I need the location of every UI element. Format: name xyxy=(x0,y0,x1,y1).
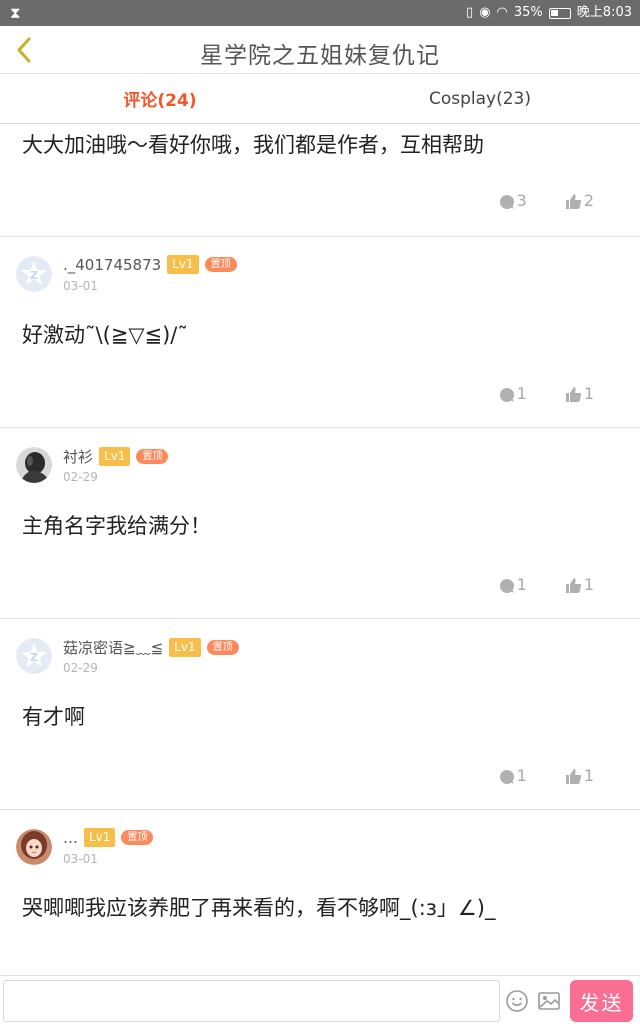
reply-count: 3 xyxy=(516,191,527,210)
reply-button[interactable]: 1 xyxy=(499,576,527,594)
username[interactable]: ._401745873 xyxy=(63,256,161,274)
comment-text: 主角名字我给满分！ xyxy=(22,514,211,538)
level-badge: Lv1 xyxy=(99,447,131,466)
status-bar: ⧗ ▯ ◉ ◠ 35% 晚上8:03 xyxy=(0,0,640,26)
like-count: 1 xyxy=(583,575,594,594)
comment-text: 有才啊 xyxy=(22,705,85,729)
notification-icon: ⧗ xyxy=(10,4,21,22)
clock: 晚上8:03 xyxy=(576,5,632,20)
avatar[interactable] xyxy=(16,447,52,483)
comment-stats: 1 1 xyxy=(499,385,594,403)
username[interactable]: … xyxy=(63,829,78,847)
comment-date: 02-29 xyxy=(63,661,98,675)
avatar[interactable] xyxy=(16,829,52,865)
speech-bubble-icon xyxy=(499,770,514,784)
reply-button[interactable]: 1 xyxy=(499,767,527,785)
speech-bubble-icon xyxy=(499,195,514,209)
comment-stats: 3 2 xyxy=(499,192,594,210)
comment-stats: 1 1 xyxy=(499,767,594,785)
comment-input-bar: 发送 xyxy=(0,975,640,1024)
comment-input[interactable] xyxy=(3,980,500,1022)
tab-bar: 评论(24) Cosplay(23) xyxy=(0,74,640,124)
level-badge: Lv1 xyxy=(84,828,116,847)
image-icon xyxy=(538,992,560,1010)
like-button[interactable]: 2 xyxy=(565,192,594,210)
level-badge: Lv1 xyxy=(169,638,201,657)
speech-bubble-icon xyxy=(499,388,514,402)
thumbs-up-icon xyxy=(565,194,581,209)
comment-item: Z ._401745873 Lv1 置顶 03-01 好激动˜\(≧▽≦)/˜ … xyxy=(0,237,640,428)
pinned-badge: 置顶 xyxy=(121,830,154,845)
send-button[interactable]: 发送 xyxy=(570,980,633,1022)
pinned-badge: 置顶 xyxy=(206,640,239,655)
comment-item: … Lv1 置顶 03-01 哭唧唧我应该养肥了再来看的，看不够啊_(:з」∠)… xyxy=(0,810,640,975)
smiley-icon xyxy=(506,990,528,1012)
comment-date: 02-29 xyxy=(63,470,98,484)
image-button[interactable] xyxy=(536,988,562,1014)
like-button[interactable]: 1 xyxy=(565,767,594,785)
tab-cosplay[interactable]: Cosplay(23) xyxy=(320,74,640,123)
like-count: 2 xyxy=(583,191,594,210)
svg-text:Z: Z xyxy=(30,651,38,664)
tab-comments[interactable]: 评论(24) xyxy=(0,74,320,123)
page-title: 星学院之五姐妹复仇记 xyxy=(200,43,440,69)
reply-button[interactable]: 3 xyxy=(499,192,527,210)
comment-item: 大大加油哦～看好你哦，我们都是作者，互相帮助 3 2 xyxy=(0,125,640,237)
comment-text: 大大加油哦～看好你哦，我们都是作者，互相帮助 xyxy=(22,133,484,157)
battery-percent: 35% xyxy=(513,5,543,20)
like-button[interactable]: 1 xyxy=(565,576,594,594)
username-row: ._401745873 Lv1 置顶 xyxy=(63,255,237,274)
username[interactable]: 菇凉密语≧﹏≦ xyxy=(63,637,163,658)
svg-text:Z: Z xyxy=(30,269,38,282)
thumbs-up-icon xyxy=(565,387,581,402)
username-row: … Lv1 置顶 xyxy=(63,828,154,847)
username[interactable]: 衬衫 xyxy=(63,446,93,467)
thumbs-up-icon xyxy=(565,769,581,784)
thumbs-up-icon xyxy=(565,578,581,593)
battery-icon xyxy=(548,7,571,19)
speech-bubble-icon xyxy=(499,579,514,593)
comment-item: 衬衫 Lv1 置顶 02-29 主角名字我给满分！ 1 1 xyxy=(0,428,640,619)
avatar[interactable]: Z xyxy=(16,638,52,674)
avatar[interactable]: Z xyxy=(16,256,52,292)
reply-button[interactable]: 1 xyxy=(499,385,527,403)
username-row: 衬衫 Lv1 置顶 xyxy=(63,446,169,467)
comment-feed[interactable]: 大大加油哦～看好你哦，我们都是作者，互相帮助 3 2 Z ._401745873… xyxy=(0,125,640,975)
comment-item: Z 菇凉密语≧﹏≦ Lv1 置顶 02-29 有才啊 1 1 xyxy=(0,619,640,810)
eye-icon: ◉ xyxy=(479,5,491,20)
comment-stats: 1 1 xyxy=(499,576,594,594)
comment-date: 03-01 xyxy=(63,852,98,866)
reply-count: 1 xyxy=(516,575,527,594)
wifi-icon: ◠ xyxy=(496,5,508,20)
title-bar: 星学院之五姐妹复仇记 xyxy=(0,26,640,74)
comment-text: 好激动˜\(≧▽≦)/˜ xyxy=(22,323,188,347)
comment-text: 哭唧唧我应该养肥了再来看的，看不够啊_(:з」∠)_ xyxy=(22,896,496,920)
reply-count: 1 xyxy=(516,766,527,785)
status-right: ▯ ◉ ◠ 35% 晚上8:03 xyxy=(466,4,632,22)
username-row: 菇凉密语≧﹏≦ Lv1 置顶 xyxy=(63,637,239,658)
comment-date: 03-01 xyxy=(63,279,98,293)
like-button[interactable]: 1 xyxy=(565,385,594,403)
vibrate-icon: ▯ xyxy=(466,5,474,20)
like-count: 1 xyxy=(583,766,594,785)
emoji-button[interactable] xyxy=(504,988,530,1014)
like-count: 1 xyxy=(583,384,594,403)
level-badge: Lv1 xyxy=(167,255,199,274)
reply-count: 1 xyxy=(516,384,527,403)
pinned-badge: 置顶 xyxy=(204,257,237,272)
pinned-badge: 置顶 xyxy=(136,449,169,464)
